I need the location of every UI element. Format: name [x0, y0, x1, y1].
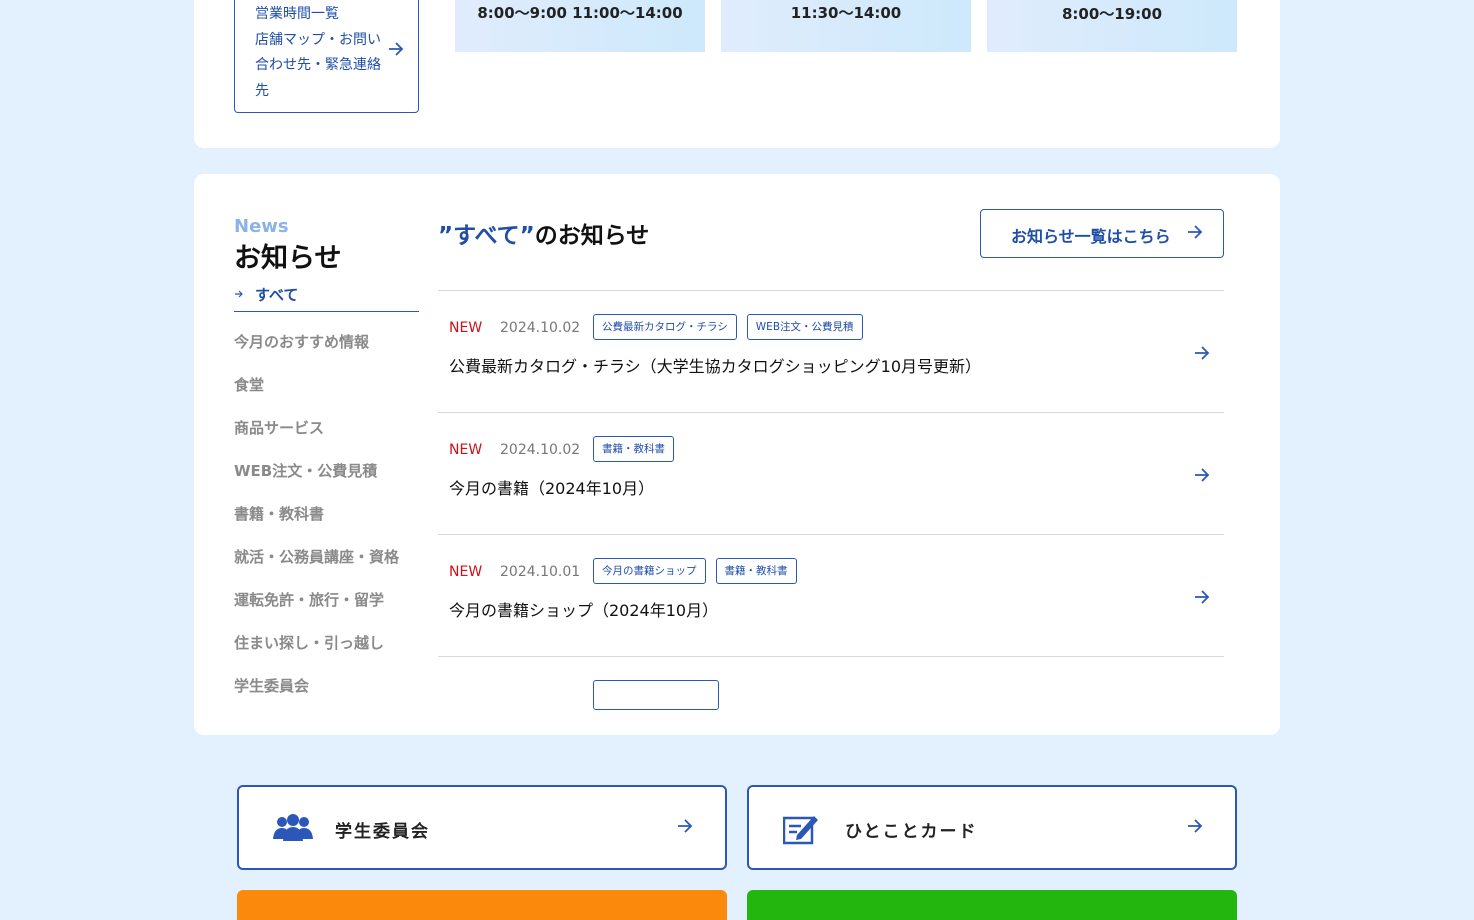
hours-link-line: 先 — [255, 82, 269, 99]
category-list: 今月のおすすめ情報 食堂 商品サービス WEB注文・公費見積 書籍・教科書 就活… — [234, 331, 434, 718]
group-icon — [273, 814, 313, 841]
arrow-right-icon — [1195, 468, 1210, 482]
category-all[interactable]: すべて — [234, 280, 419, 312]
hours-link-line: 営業時間一覧 — [255, 6, 339, 22]
news-tag[interactable]: 今月の書籍ショップ — [593, 558, 706, 584]
news-tags: 今月の書籍ショップ 書籍・教科書 — [593, 558, 797, 584]
news-item-partial[interactable] — [438, 656, 1224, 735]
hours-list-link[interactable]: 営業時間一覧 店舗マップ・お問い 合わせ先・緊急連絡 先 — [234, 0, 419, 113]
news-date: 2024.10.02 — [500, 320, 581, 336]
news-title: 公費最新カタログ・チラシ（大学生協カタログショッピング10月号更新） — [449, 357, 982, 376]
news-heading: ”すべて”のお知らせ — [438, 216, 649, 250]
arrow-right-icon — [1188, 225, 1203, 239]
student-committee-label: 学生委員会 — [335, 822, 430, 842]
green-link-button[interactable] — [747, 890, 1237, 920]
orange-link-button[interactable] — [237, 890, 727, 920]
small-arrow-icon — [235, 290, 243, 298]
new-badge: NEW — [449, 320, 483, 336]
hitokoto-card-button[interactable]: ひとことカード — [747, 785, 1237, 870]
hours-link-line: 店舗マップ・お問い — [255, 31, 381, 48]
news-list: NEW 2024.10.02 公費最新カタログ・チラシ WEB注文・公費見積 公… — [438, 290, 1224, 735]
news-heading-suffix: のお知らせ — [534, 223, 650, 249]
hitokoto-card-label: ひとことカード — [845, 822, 978, 842]
arrow-right-icon — [1188, 819, 1203, 833]
news-tag — [593, 680, 719, 710]
news-date: 2024.10.02 — [500, 442, 581, 458]
category-item[interactable]: 商品サービス — [234, 417, 434, 460]
category-item[interactable]: 食堂 — [234, 374, 434, 417]
category-item[interactable]: 運転免許・旅行・留学 — [234, 589, 434, 632]
hours-box: 11:30〜14:00 — [721, 0, 971, 52]
news-card: News お知らせ すべて 今月のおすすめ情報 食堂 商品サービス WEB注文・… — [194, 174, 1280, 735]
news-tags: 公費最新カタログ・チラシ WEB注文・公費見積 — [593, 314, 863, 340]
news-all-label: お知らせ一覧はこちら — [1011, 227, 1171, 246]
news-tag[interactable]: 公費最新カタログ・チラシ — [593, 314, 737, 340]
news-tag[interactable]: 書籍・教科書 — [715, 558, 797, 584]
news-title: 今月の書籍ショップ（2024年10月） — [449, 601, 719, 620]
arrow-right-icon — [389, 42, 404, 56]
student-committee-button[interactable]: 学生委員会 — [237, 785, 727, 870]
new-badge: NEW — [449, 564, 483, 580]
news-item[interactable]: NEW 2024.10.02 公費最新カタログ・チラシ WEB注文・公費見積 公… — [438, 290, 1224, 412]
category-item[interactable]: 学生委員会 — [234, 675, 434, 718]
hours-card: 営業時間一覧 店舗マップ・お問い 合わせ先・緊急連絡 先 8:00〜9:00 1… — [194, 0, 1280, 148]
news-label-ja: お知らせ — [234, 243, 342, 274]
category-item[interactable]: 就活・公務員講座・資格 — [234, 546, 434, 589]
news-title: 今月の書籍（2024年10月） — [449, 479, 655, 498]
category-item[interactable]: 今月のおすすめ情報 — [234, 331, 434, 374]
news-tag[interactable]: 書籍・教科書 — [593, 436, 674, 462]
hours-box: 8:00〜19:00 — [987, 0, 1237, 52]
hours-box: 8:00〜9:00 11:00〜14:00 — [455, 0, 705, 52]
news-tag[interactable]: WEB注文・公費見積 — [746, 314, 863, 340]
category-item[interactable]: 住まい探し・引っ越し — [234, 632, 434, 675]
arrow-right-icon — [1195, 590, 1210, 604]
hours-link-line: 合わせ先・緊急連絡 — [255, 57, 381, 73]
news-date: 2024.10.01 — [500, 564, 581, 580]
news-item[interactable]: NEW 2024.10.01 今月の書籍ショップ 書籍・教科書 今月の書籍ショッ… — [438, 534, 1224, 656]
new-badge: NEW — [449, 442, 483, 458]
edit-note-icon — [783, 816, 818, 845]
news-item[interactable]: NEW 2024.10.02 書籍・教科書 今月の書籍（2024年10月） — [438, 412, 1224, 534]
news-heading-category: ”すべて” — [438, 223, 535, 249]
category-label: すべて — [255, 286, 299, 304]
category-item[interactable]: WEB注文・公費見積 — [234, 460, 434, 503]
arrow-right-icon — [678, 819, 693, 833]
news-tags: 書籍・教科書 — [593, 436, 674, 462]
arrow-right-icon — [1195, 346, 1210, 360]
category-item[interactable]: 書籍・教科書 — [234, 503, 434, 546]
news-label-en: News — [234, 216, 289, 237]
news-all-button[interactable]: お知らせ一覧はこちら — [980, 209, 1224, 258]
